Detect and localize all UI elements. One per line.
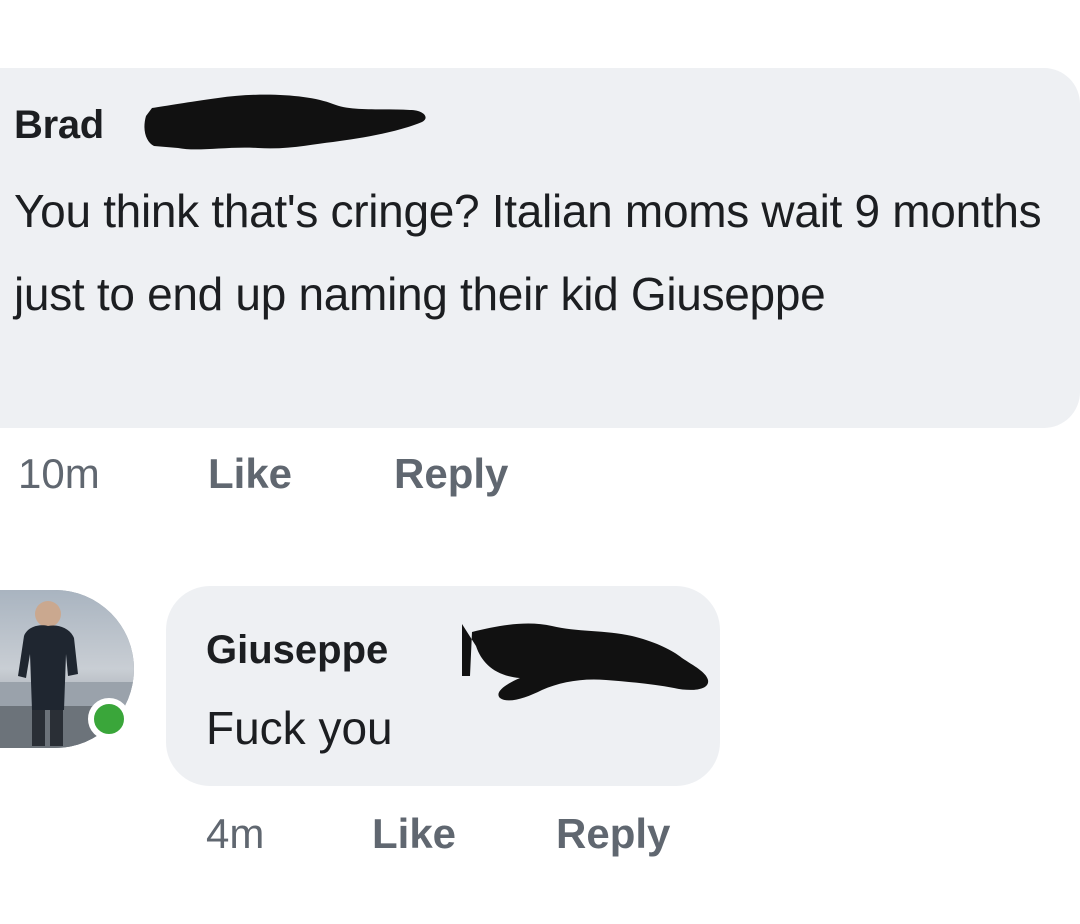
comment-text: You think that's cringe? Italian moms wa… bbox=[14, 185, 1042, 320]
reply-author-name[interactable]: Giuseppe bbox=[206, 624, 388, 676]
reply-like-button[interactable]: Like bbox=[372, 806, 456, 862]
comment-reply-button[interactable]: Reply bbox=[394, 446, 508, 502]
comment-like-button[interactable]: Like bbox=[208, 446, 292, 502]
comment-thread: Brad You think that's cringe? Italian mo… bbox=[0, 0, 1080, 924]
comment-actions: 10m Like Reply bbox=[18, 446, 508, 502]
online-status-icon bbox=[88, 698, 130, 740]
redaction-mark bbox=[462, 623, 709, 701]
reply-timestamp: 4m bbox=[206, 810, 265, 857]
comment-author-name[interactable]: Brad bbox=[14, 100, 104, 150]
reply-text: Fuck you bbox=[206, 702, 393, 754]
reply-actions: 4m Like Reply bbox=[206, 806, 670, 862]
comment-timestamp: 10m bbox=[18, 450, 100, 497]
redaction-mark bbox=[144, 94, 426, 150]
reply-reply-button[interactable]: Reply bbox=[556, 806, 670, 862]
